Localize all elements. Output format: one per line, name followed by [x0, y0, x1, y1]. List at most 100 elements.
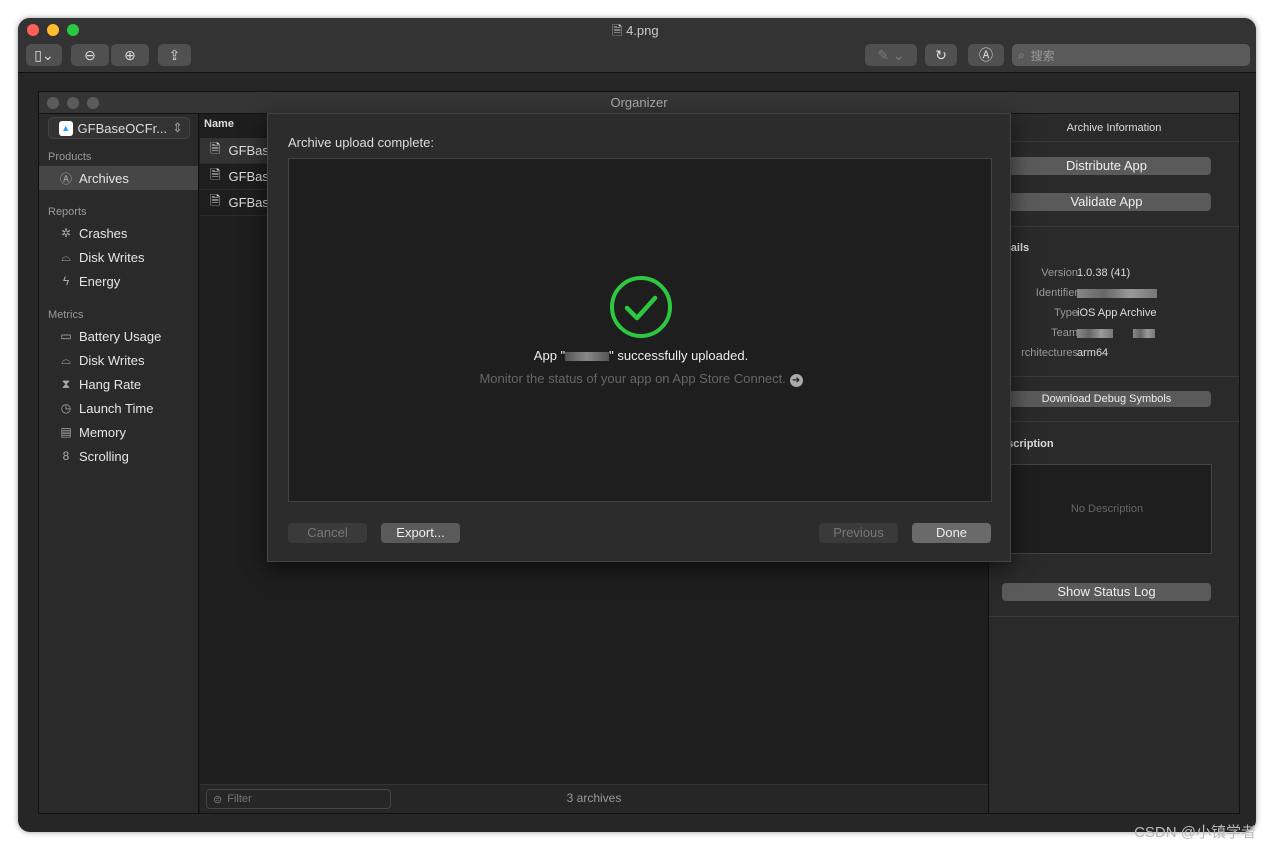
divider: [989, 376, 1239, 377]
sidebar-item-disk-writes[interactable]: ⌓ Disk Writes: [39, 245, 198, 269]
zoom-button[interactable]: [67, 24, 79, 36]
sidebar-item-scrolling[interactable]: 8 Scrolling: [39, 444, 198, 468]
identifier-value-redacted: [1077, 287, 1157, 299]
no-description-text: No Description: [1070, 503, 1144, 515]
type-label: Type: [1054, 307, 1078, 319]
row-name: GFBas: [228, 143, 269, 158]
section-reports: Reports: [48, 206, 87, 218]
divider: [989, 226, 1239, 227]
checkmark-circle-icon: [610, 276, 672, 338]
minimize-button[interactable]: [67, 97, 79, 109]
sidebar-item-label: Archives: [79, 170, 129, 186]
scheme-selector[interactable]: ▲ GFBaseOCFr... ⇕: [48, 117, 190, 139]
sidebar-item-label: Crashes: [79, 225, 128, 241]
sidebar-item-crashes[interactable]: ✲ Crashes: [39, 221, 198, 245]
clock-icon: ◷: [60, 401, 72, 415]
sidebar-item-label: Energy: [79, 273, 121, 289]
team-label: Team: [1051, 327, 1078, 339]
cancel-button[interactable]: Cancel: [288, 523, 367, 543]
row-name: GFBas: [228, 195, 269, 210]
disk-icon: ⌓: [61, 352, 71, 367]
sidebar-item-battery-usage[interactable]: ▭ Battery Usage: [39, 324, 198, 348]
sidebar-item-memory[interactable]: ▤ Memory: [39, 420, 198, 444]
done-button[interactable]: Done: [912, 523, 991, 543]
message-suffix: " successfully uploaded.: [609, 348, 749, 363]
sidebar-item-label: Launch Time: [79, 400, 154, 416]
zoom-button[interactable]: [87, 97, 99, 109]
version-value: 1.0.38 (41): [1077, 267, 1131, 279]
info-header: Archive Information: [989, 114, 1239, 142]
filter-icon: ⊜: [213, 793, 223, 806]
table-row[interactable]: 🗎 GFBas: [200, 164, 270, 190]
download-debug-symbols-button[interactable]: Download Debug Symbols: [1002, 391, 1211, 407]
sidebar-item-archives[interactable]: Ⓐ Archives: [39, 166, 198, 190]
description-field[interactable]: No Description: [1002, 464, 1212, 554]
success-message: App " " successfully uploaded.: [289, 348, 993, 363]
table-row[interactable]: 🗎 GFBas: [200, 190, 270, 216]
minimize-button[interactable]: [47, 24, 59, 36]
divider: [989, 421, 1239, 422]
zoom-out-button[interactable]: ⊖: [71, 44, 109, 66]
search-placeholder: 搜索: [1030, 48, 1055, 63]
arrow-right-circle-icon[interactable]: ➜: [789, 374, 803, 387]
battery-icon: ▭: [60, 329, 72, 343]
markup-button[interactable]: Ⓐ: [968, 44, 1004, 66]
sidebar-item-energy[interactable]: ϟ Energy: [39, 269, 198, 293]
table-row[interactable]: 🗎 GFBas: [200, 138, 270, 164]
show-status-log-button[interactable]: Show Status Log: [1002, 583, 1211, 601]
sidebar-item-label: Hang Rate: [79, 376, 142, 392]
hourglass-icon: ⧗: [61, 376, 71, 391]
validate-app-button[interactable]: Validate App: [1002, 193, 1211, 211]
close-button[interactable]: [27, 24, 39, 36]
memory-icon: ▤: [60, 425, 72, 439]
archive-info-panel: Archive Information Distribute App Valid…: [988, 114, 1239, 813]
upload-result-box: App " " successfully uploaded. Monitor th…: [288, 158, 992, 502]
app-name-redacted: [565, 352, 610, 362]
organizer-title: Organizer: [610, 95, 668, 110]
sidebar-item-label: Battery Usage: [79, 328, 162, 344]
filter-input[interactable]: ⊜ Filter: [206, 789, 391, 809]
close-button[interactable]: [47, 97, 59, 109]
filter-placeholder: Filter: [227, 793, 252, 805]
share-button[interactable]: ⇪: [158, 44, 191, 66]
type-value: iOS App Archive: [1077, 307, 1157, 319]
row-name: GFBas: [228, 169, 269, 184]
section-metrics: Metrics: [48, 309, 84, 321]
app-icon: ▲: [59, 120, 73, 136]
search-input[interactable]: ⌕ 搜索: [1012, 44, 1250, 66]
organizer-titlebar: Organizer: [39, 92, 1239, 114]
disk-icon: ⌓: [61, 249, 71, 264]
column-header-name[interactable]: Name: [204, 118, 234, 130]
sidebar-item-label: Scrolling: [79, 448, 129, 464]
team-value-redacted: [1077, 327, 1155, 339]
architectures-value: arm64: [1077, 347, 1109, 359]
scheme-name: GFBaseOCFr...: [77, 120, 168, 136]
sheet-title: Archive upload complete:: [288, 135, 434, 150]
sidebar-item-hang-rate[interactable]: ⧗ Hang Rate: [39, 372, 198, 396]
sidebar-toggle-button[interactable]: ▯⌄: [26, 44, 62, 66]
divider: [989, 616, 1239, 617]
architectures-label: rchitectures: [1021, 347, 1078, 359]
title-text: 4.png: [626, 23, 659, 38]
chevron-updown-icon: ⇕: [172, 120, 183, 135]
document-icon: 🗎: [210, 192, 221, 208]
document-icon: 🗎: [210, 166, 221, 182]
sidebar-item-launch-time[interactable]: ◷ Launch Time: [39, 396, 198, 420]
identifier-label: Identifier: [1035, 287, 1078, 299]
sidebar-item-disk-writes-metrics[interactable]: ⌓ Disk Writes: [39, 348, 198, 372]
monitor-text: Monitor the status of your app on App St…: [479, 371, 786, 386]
rotate-button[interactable]: ↻: [925, 44, 957, 66]
export-button[interactable]: Export...: [381, 523, 460, 543]
upload-complete-sheet: Archive upload complete: App " " successf…: [267, 113, 1011, 562]
crash-icon: ✲: [60, 226, 72, 240]
markup-pen-button[interactable]: ✎ ⌄: [865, 44, 917, 66]
sidebar: ▲ GFBaseOCFr... ⇕ Products Ⓐ Archives Repor…: [39, 114, 199, 813]
monitor-link[interactable]: Monitor the status of your app on App St…: [289, 371, 993, 387]
sidebar-item-label: Disk Writes: [79, 249, 145, 265]
document-icon: 🗎: [210, 140, 221, 156]
energy-icon: ϟ: [62, 274, 70, 288]
previous-button[interactable]: Previous: [819, 523, 898, 543]
distribute-app-button[interactable]: Distribute App: [1002, 157, 1211, 175]
sidebar-item-label: Memory: [79, 424, 126, 440]
zoom-in-button[interactable]: ⊕: [111, 44, 149, 66]
